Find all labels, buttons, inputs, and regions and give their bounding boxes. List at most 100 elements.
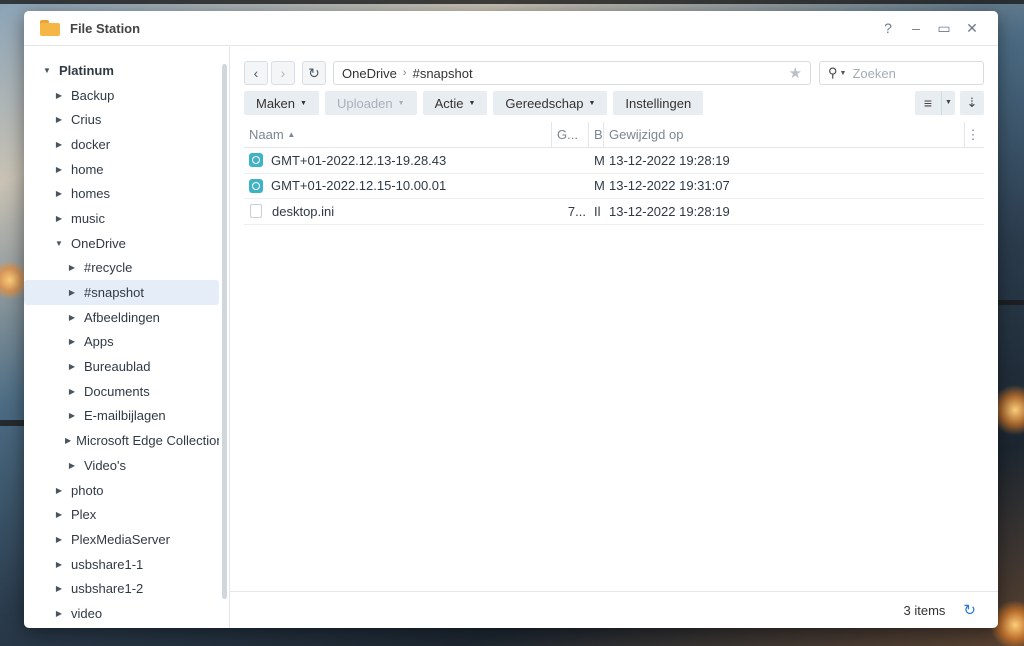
list-view-icon[interactable]: ≡ [915,95,941,111]
column-options-icon[interactable]: ⋮ [965,122,981,148]
column-header-modified[interactable]: Gewijzigd op [604,121,965,148]
caret-right-icon[interactable]: ▶ [52,165,66,174]
sidebar-item[interactable]: ▶ Afbeeldingen [24,305,219,330]
table-row[interactable]: GMT+01-2022.12.15-10.00.01 M 13-12-2022 19… [244,174,984,199]
close-button[interactable]: ✕ [958,16,986,40]
back-button[interactable]: ‹ [244,61,268,85]
caret-right-icon[interactable]: ▶ [65,263,79,272]
refresh-icon: ↻ [308,64,320,81]
column-header-type[interactable]: B [589,121,604,148]
help-button[interactable]: ? [874,16,902,40]
sidebar-item[interactable]: ▼ Platinum [24,58,219,83]
breadcrumb-snapshot[interactable]: #snapshot [413,66,473,81]
sidebar-item[interactable]: ▶ homes [24,181,219,206]
chevron-down-icon: ▼ [397,99,405,107]
cell-modified: 13-12-2022 19:28:19 [609,152,730,168]
column-name-label: Naam [249,127,284,142]
caret-down-icon[interactable]: ▼ [40,66,54,75]
chevron-down-icon: ▼ [588,99,596,107]
table-row[interactable]: desktop.ini 7... Il 13-12-2022 19:28:19 [244,199,984,225]
minimize-button[interactable]: – [902,16,930,40]
action-button[interactable]: Actie ▼ [422,91,488,115]
table-row[interactable]: GMT+01-2022.12.13-19.28.43 M 13-12-2022 19… [244,148,984,174]
search-input[interactable]: ⚲ ▼ Zoeken [819,61,984,85]
sidebar-item[interactable]: ▶ photo [24,478,219,503]
create-button[interactable]: Maken ▼ [244,91,319,115]
sidebar-item[interactable]: ▶ #snapshot [24,280,219,305]
sidebar-item-label: E-mailbijlagen [84,408,166,424]
sidebar-item-label: Crius [71,112,102,128]
sidebar-item[interactable]: ▶ Video's [24,453,219,478]
file-name: GMT+01-2022.12.15-10.00.01 [271,178,447,194]
sidebar-item[interactable]: ▶ Backup [24,83,219,108]
caret-right-icon[interactable]: ▶ [52,535,66,544]
chevron-left-icon: ‹ [253,65,259,81]
sidebar-item[interactable]: ▶ video [24,601,219,626]
sidebar-item[interactable]: ▶ Microsoft Edge Collections [24,428,219,453]
caret-down-icon[interactable]: ▼ [52,239,66,248]
caret-right-icon[interactable]: ▶ [65,461,79,470]
caret-right-icon[interactable]: ▶ [52,91,66,100]
caret-right-icon[interactable]: ▶ [52,510,66,519]
caret-right-icon[interactable]: ▶ [65,436,71,445]
sidebar-item[interactable]: ▶ Documents [24,379,219,404]
tools-button[interactable]: Gereedschap ▼ [493,91,608,115]
view-mode-button[interactable]: ≡ ▼ [915,91,955,115]
file-name: desktop.ini [272,203,335,219]
sidebar-item[interactable]: ▶ usbshare1-1 [24,552,219,577]
settings-button[interactable]: Instellingen [613,91,704,115]
caret-right-icon[interactable]: ▶ [52,486,66,495]
sidebar-item[interactable]: ▶ Bureaublad [24,354,219,379]
sidebar-item[interactable]: ▶ music [24,206,219,231]
caret-right-icon[interactable]: ▶ [52,560,66,569]
refresh-icon[interactable]: ↻ [963,601,976,619]
chevron-down-icon: ▼ [300,99,307,107]
caret-right-icon[interactable]: ▶ [52,214,66,223]
caret-right-icon[interactable]: ▶ [65,337,79,346]
sidebar-item-label: Microsoft Edge Collections [76,433,219,449]
caret-right-icon[interactable]: ▶ [52,189,66,198]
chevron-down-icon[interactable]: ▼ [941,91,955,115]
path-bar[interactable]: OneDrive › #snapshot ★ [333,61,811,85]
sidebar-item[interactable]: ▼ OneDrive [24,231,219,256]
maximize-button[interactable]: ▭ [930,16,958,40]
cell-type: M [594,178,604,194]
sidebar-item-label: Apps [84,334,114,350]
upload-button[interactable]: Uploaden ▼ [324,91,417,115]
column-header-name[interactable]: Naam ▲ [244,121,552,148]
caret-right-icon[interactable]: ▶ [52,609,66,618]
caret-right-icon[interactable]: ▶ [65,313,79,322]
sidebar-item-label: #recycle [84,260,133,276]
sidebar-item[interactable]: ▶ usbshare1-2 [24,576,219,601]
breadcrumb-onedrive[interactable]: OneDrive [342,66,397,81]
sidebar-item-label: Plex [71,507,97,523]
caret-right-icon[interactable]: ▶ [52,584,66,593]
caret-right-icon[interactable]: ▶ [65,288,79,297]
column-header-size[interactable]: G... [552,121,589,148]
cell-type: Il [594,203,601,219]
sidebar-item[interactable]: ▶ #recycle [24,256,219,281]
caret-right-icon[interactable]: ▶ [65,387,79,396]
sidebar-item-label: Backup [71,87,115,103]
chevron-down-icon[interactable]: ▼ [840,70,847,77]
toolbar: Maken ▼ Uploaden ▼ Actie ▼ Gereedschap ▼ Ins… [244,91,984,115]
sidebar-scrollbar[interactable] [222,64,227,599]
sidebar-item[interactable]: ▶ E-mailbijlagen [24,404,219,429]
sidebar-item[interactable]: ▶ Apps [24,330,219,355]
caret-right-icon[interactable]: ▶ [65,362,79,371]
favorite-star-icon[interactable]: ★ [789,64,802,82]
sidebar-item[interactable]: ▶ Plex [24,502,219,527]
sidebar-item[interactable]: ▶ home [24,157,219,182]
sidebar-item[interactable]: ▶ PlexMediaServer [24,527,219,552]
title-bar[interactable]: File Station ? – ▭ ✕ [24,11,998,46]
forward-button[interactable]: › [271,61,295,85]
caret-right-icon[interactable]: ▶ [52,140,66,149]
sidebar-item[interactable]: ▶ Crius [24,107,219,132]
status-bar: 3 items ↻ [230,591,998,628]
sidebar-item[interactable]: ▶ docker [24,132,219,157]
caret-right-icon[interactable]: ▶ [65,411,79,420]
folder-tree: ▼ Platinum ▶ Backup ▶ Crius ▶ docker ▶ home ▶ homes… [24,46,230,628]
caret-right-icon[interactable]: ▶ [52,115,66,124]
refresh-button[interactable]: ↻ [302,61,326,85]
sort-button[interactable]: ⇣ [960,91,984,115]
